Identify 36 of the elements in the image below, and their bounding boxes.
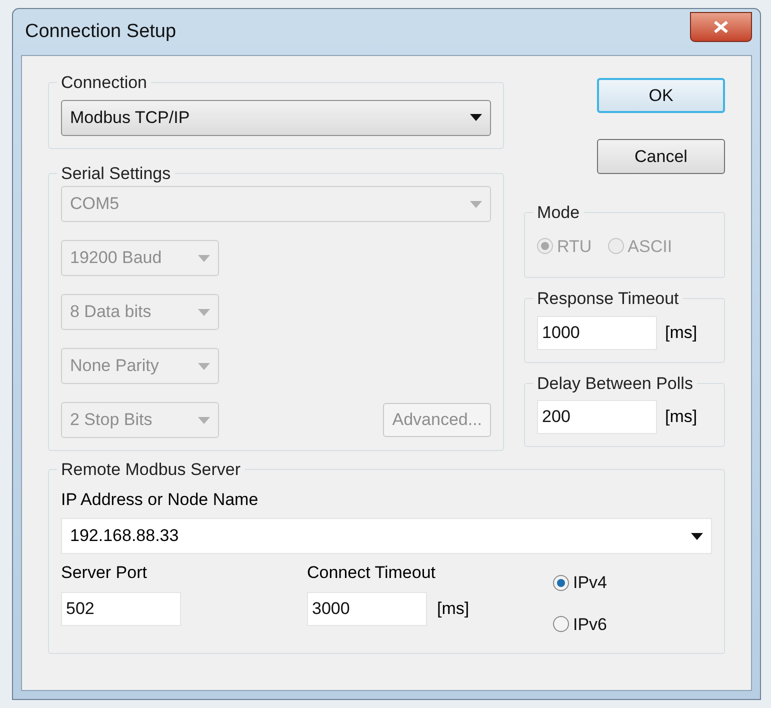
- dropdown-caret-icon: [198, 254, 210, 262]
- dropdown-caret-icon: [198, 416, 210, 424]
- group-label: Connection: [60, 72, 148, 94]
- radio-button[interactable]: [553, 616, 569, 632]
- unit-label: [ms]: [665, 322, 698, 344]
- dropdown-caret-icon: [198, 362, 210, 370]
- radio-label: ASCII: [628, 236, 672, 258]
- cancel-button[interactable]: Cancel: [597, 139, 725, 174]
- field-label: Connect Timeout: [307, 562, 437, 584]
- radio-button[interactable]: [553, 574, 569, 591]
- window-title: Connection Setup: [24, 20, 176, 44]
- input-field[interactable]: 1000: [537, 316, 658, 350]
- dropdown[interactable]: Modbus TCP/IP: [61, 100, 492, 136]
- input-field[interactable]: 502: [61, 592, 181, 626]
- dropdown-caret-icon: [470, 200, 482, 208]
- unit-label: [ms]: [437, 598, 470, 620]
- field-label: Server Port: [61, 562, 148, 584]
- radio-label: RTU: [557, 236, 592, 258]
- dropdown-caret-icon: [691, 532, 703, 540]
- group-label: Mode: [536, 202, 581, 224]
- dropdown-caret-icon: [198, 308, 210, 316]
- group-label: Remote Modbus Server: [60, 459, 242, 481]
- input-field[interactable]: 200: [537, 400, 658, 434]
- radio-label: IPv6: [573, 614, 608, 636]
- dropdown-caret-icon: [470, 114, 482, 121]
- close-icon: [714, 21, 728, 33]
- group-label: Delay Between Polls: [536, 372, 694, 394]
- close-button[interactable]: [690, 12, 752, 42]
- group-label: Response Timeout: [536, 288, 680, 310]
- ok-button[interactable]: OK: [597, 78, 725, 113]
- group-label: Serial Settings: [60, 162, 172, 184]
- field-label: IP Address or Node Name: [61, 488, 260, 510]
- address-combo-box[interactable]: 192.168.88.33: [61, 518, 712, 554]
- radio-label: IPv4: [573, 572, 608, 594]
- unit-label: [ms]: [665, 406, 698, 428]
- input-field[interactable]: 3000: [307, 592, 427, 626]
